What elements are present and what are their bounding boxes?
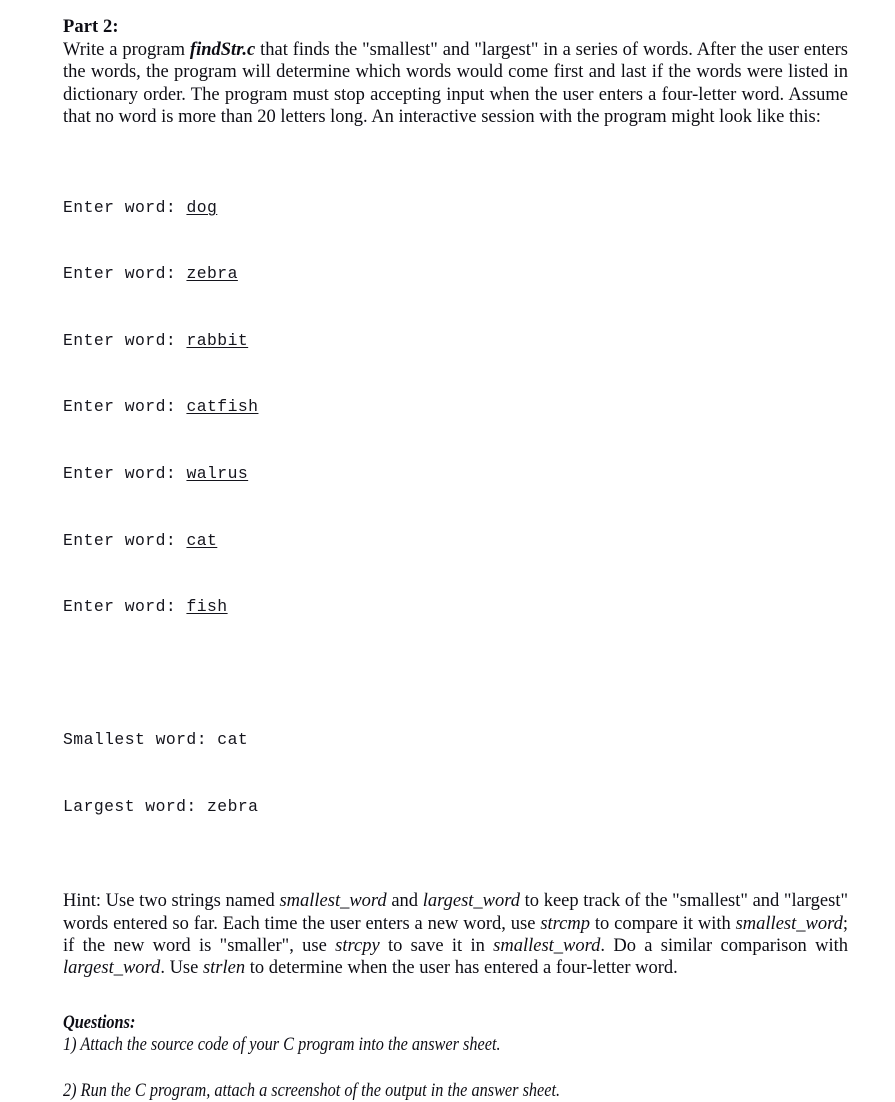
console-user-input: dog (186, 197, 218, 217)
document-page: Part 2: Write a program findStr.c that f… (0, 0, 895, 1101)
hint-text: . Do a similar comparison with (600, 936, 848, 957)
function-strcpy: strcpy (335, 936, 380, 957)
console-result-line: Smallest word: cat (63, 729, 848, 751)
question-item-1: 1) Attach the source code of your C prog… (63, 1034, 501, 1055)
console-line: Enter word: dog (63, 197, 848, 219)
console-prompt: Enter word: (63, 197, 187, 217)
console-user-input: cat (186, 530, 218, 550)
identifier-smallest-word: smallest_word (493, 936, 601, 957)
console-line: Enter word: rabbit (63, 330, 848, 352)
console-user-input: walrus (186, 464, 249, 484)
console-prompt: Enter word: (63, 464, 187, 484)
function-strcmp: strcmp (540, 913, 591, 934)
hint-text: to compare it with (590, 913, 736, 934)
smallest-word-label: Smallest word: (63, 730, 218, 750)
console-line: Enter word: catfish (63, 396, 848, 418)
questions-section: Questions: 1) Attach the source code of … (63, 1012, 848, 1102)
intro-text-before: Write a program (63, 40, 190, 60)
hint-text: to determine when the user has entered a… (245, 958, 678, 979)
page-title: Part 2: (63, 17, 119, 37)
console-user-input: fish (186, 597, 228, 617)
program-file-name: findStr.c (189, 40, 256, 60)
console-prompt: Enter word: (63, 397, 187, 417)
console-result-line: Largest word: zebra (63, 796, 848, 818)
console-user-input: zebra (186, 264, 238, 284)
hint-paragraph: Hint: Use two strings named smallest_wor… (63, 890, 848, 979)
function-strlen: strlen (202, 958, 246, 979)
intro-paragraph: Write a program findStr.c that finds the… (63, 39, 848, 128)
console-transcript: Enter word: dog Enter word: zebra Enter … (63, 152, 848, 663)
identifier-largest-word: largest_word (422, 891, 521, 912)
console-prompt: Enter word: (63, 597, 187, 617)
console-line: Enter word: cat (63, 530, 848, 552)
console-prompt: Enter word: (63, 264, 187, 284)
identifier-smallest-word: smallest_word (735, 913, 843, 934)
console-results: Smallest word: cat Largest word: zebra (63, 685, 848, 863)
largest-word-label: Largest word: (63, 796, 208, 816)
spacer-before-questions (63, 980, 848, 1012)
console-line: Enter word: zebra (63, 263, 848, 285)
questions-heading: Questions: (63, 1012, 136, 1033)
spacer-before-hint (63, 862, 848, 890)
console-prompt: Enter word: (63, 330, 187, 350)
console-prompt: Enter word: (63, 530, 187, 550)
hint-text: to save it in (379, 936, 494, 957)
hint-text: . Use (160, 958, 203, 979)
console-line: Enter word: walrus (63, 463, 848, 485)
console-line: Enter word: fish (63, 596, 848, 618)
hint-text: Hint: Use two strings named (63, 891, 280, 912)
spacer-between-questions (63, 1056, 848, 1080)
identifier-largest-word: largest_word (63, 958, 161, 979)
console-user-input: catfish (186, 397, 259, 417)
spacer-before-results (63, 663, 848, 685)
largest-word-value: zebra (207, 796, 259, 816)
hint-text: and (386, 891, 423, 912)
identifier-smallest-word: smallest_word (279, 891, 387, 912)
console-user-input: rabbit (186, 330, 249, 350)
question-item-2: 2) Run the C program, attach a screensho… (63, 1080, 561, 1101)
spacer-before-console (63, 128, 848, 152)
smallest-word-value: cat (217, 730, 249, 750)
